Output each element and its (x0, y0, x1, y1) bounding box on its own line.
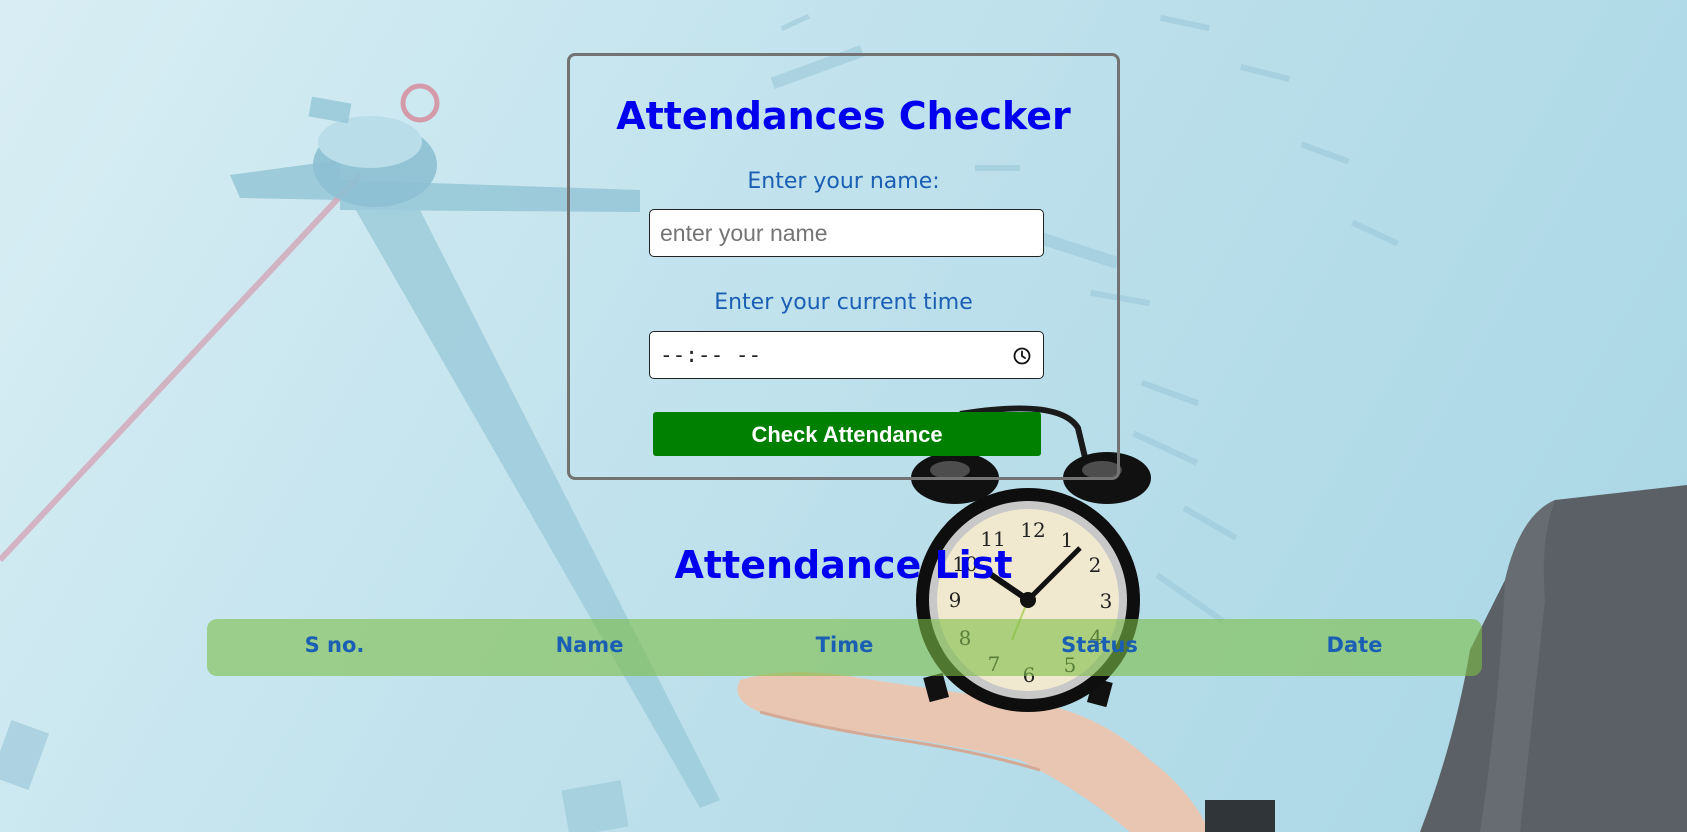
column-header-date: Date (1326, 633, 1383, 657)
form-title: Attendances Checker (616, 94, 1071, 138)
time-field[interactable]: --:-- -- (649, 331, 1044, 379)
check-attendance-button[interactable]: Check Attendance (653, 412, 1041, 456)
column-header-name: Name (555, 633, 624, 657)
name-field (649, 209, 1044, 257)
name-label: Enter your name: (747, 169, 940, 194)
column-header-time: Time (815, 633, 874, 657)
attendance-list-title: Attendance List (674, 543, 1013, 587)
svg-text:12: 12 (1020, 518, 1045, 542)
clock-icon[interactable] (1012, 346, 1032, 366)
name-input[interactable] (650, 210, 1043, 256)
time-label: Enter your current time (714, 290, 973, 315)
column-header-sno: S no. (304, 633, 365, 657)
time-input-value: --:-- -- (660, 343, 762, 367)
svg-text:3: 3 (1100, 589, 1113, 613)
svg-text:9: 9 (949, 588, 962, 612)
attendance-form-card: Attendances Checker Enter your name: Ent… (567, 53, 1120, 480)
column-header-status: Status (1061, 633, 1138, 657)
attendance-table-header: S no. Name Time Status Date (207, 619, 1482, 676)
